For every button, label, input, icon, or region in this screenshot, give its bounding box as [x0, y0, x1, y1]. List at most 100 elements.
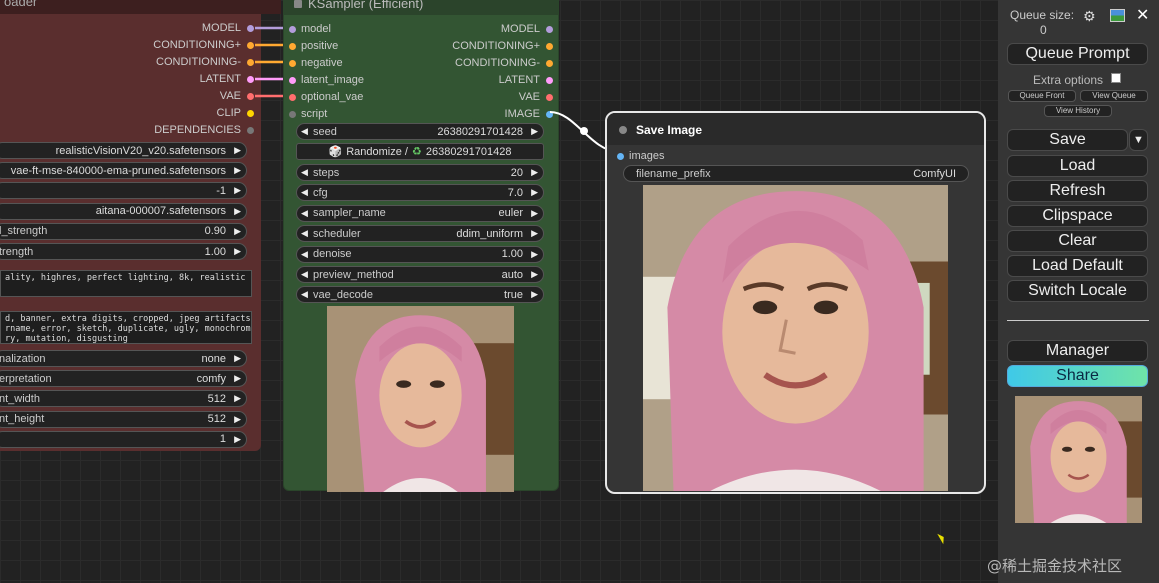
images-input-slot[interactable]: images	[617, 150, 664, 162]
increment-arrow-icon[interactable]: ▶	[531, 126, 538, 137]
increment-arrow-icon[interactable]: ▶	[531, 269, 538, 280]
clipspace-button[interactable]: Clipspace	[1007, 205, 1148, 227]
increment-arrow-icon[interactable]: ▶	[234, 373, 241, 384]
ksampler-output-slot[interactable]: CONDITIONING+	[452, 40, 553, 52]
output-slot-dot[interactable]	[546, 43, 553, 50]
ksampler-widget[interactable]: ◀ preview_method auto ▶	[296, 266, 544, 283]
view-history-button[interactable]: View History	[1044, 105, 1112, 117]
input-slot-dot[interactable]	[289, 111, 296, 118]
combo-widget[interactable]: nt_height 512 ▶	[0, 410, 247, 428]
decrement-arrow-icon[interactable]: ◀	[301, 249, 308, 260]
increment-arrow-icon[interactable]: ▶	[234, 353, 241, 364]
decrement-arrow-icon[interactable]: ◀	[301, 187, 308, 198]
increment-arrow-icon[interactable]: ▶	[234, 434, 241, 445]
ksampler-node[interactable]: KSampler (Efficient) model positive negati…	[283, 0, 559, 492]
ksampler-input-slot[interactable]: model	[289, 23, 331, 35]
output-slot-dot[interactable]	[546, 60, 553, 67]
ksampler-output-slot[interactable]: CONDITIONING-	[455, 57, 553, 69]
combo-widget[interactable]: aitana-000007.safetensors ▶	[0, 202, 247, 220]
input-slot-dot[interactable]	[289, 60, 296, 67]
output-slot-dot[interactable]	[247, 42, 254, 49]
ksampler-output-slot[interactable]: VAE	[519, 91, 553, 103]
ksampler-input-slot[interactable]: latent_image	[289, 74, 364, 86]
output-slot-dot[interactable]	[546, 26, 553, 33]
ksampler-output-slot[interactable]: LATENT	[499, 74, 553, 86]
view-queue-button[interactable]: View Queue	[1080, 90, 1148, 102]
increment-arrow-icon[interactable]: ▶	[234, 226, 241, 237]
image-gallery-icon[interactable]	[1110, 9, 1125, 22]
loader-output-slot[interactable]: CLIP	[217, 107, 254, 119]
combo-widget[interactable]: realisticVisionV20_v20.safetensors ▶	[0, 142, 247, 159]
decrement-arrow-icon[interactable]: ◀	[301, 167, 308, 178]
output-slot-dot[interactable]	[546, 77, 553, 84]
clear-button[interactable]: Clear	[1007, 230, 1148, 252]
combo-widget[interactable]: nalization none ▶	[0, 350, 247, 367]
save-button[interactable]: Save	[1007, 129, 1128, 151]
combo-widget[interactable]: erpretation comfy ▶	[0, 370, 247, 388]
ksampler-input-slot[interactable]: negative	[289, 57, 343, 69]
save-dropdown-button[interactable]: ▼	[1129, 129, 1148, 151]
ksampler-widget[interactable]: ◀ scheduler ddim_uniform ▶	[296, 225, 544, 243]
loader-output-slot[interactable]: DEPENDENCIES	[154, 124, 254, 136]
output-slot-dot[interactable]	[247, 59, 254, 66]
output-slot-dot[interactable]	[247, 76, 254, 83]
load-default-button[interactable]: Load Default	[1007, 255, 1148, 277]
increment-arrow-icon[interactable]: ▶	[234, 145, 241, 156]
increment-arrow-icon[interactable]: ▶	[531, 228, 538, 239]
manager-button[interactable]: Manager	[1007, 340, 1148, 362]
settings-gear-icon[interactable]: ⚙	[1083, 8, 1096, 25]
increment-arrow-icon[interactable]: ▶	[234, 206, 241, 217]
increment-arrow-icon[interactable]: ▶	[234, 165, 241, 176]
loader-output-slot[interactable]: CONDITIONING-	[156, 56, 254, 68]
combo-widget[interactable]: -1 ▶	[0, 182, 247, 200]
seed-widget[interactable]: ◀ seed 26380291701428 ▶	[296, 123, 544, 140]
loader-output-slot[interactable]: LATENT	[200, 73, 254, 85]
output-slot-dot[interactable]	[546, 94, 553, 101]
loader-output-slot[interactable]: MODEL	[202, 22, 254, 34]
ksampler-output-slot[interactable]: MODEL	[501, 23, 553, 35]
ksampler-output-slot[interactable]: IMAGE	[505, 108, 553, 120]
randomize-button[interactable]: 🎲 Randomize / ♻ 26380291701428	[296, 143, 544, 160]
decrement-arrow-icon[interactable]: ◀	[301, 289, 308, 300]
filename-prefix-widget[interactable]: filename_prefix ComfyUI	[623, 165, 969, 182]
increment-arrow-icon[interactable]: ▶	[531, 289, 538, 300]
queue-prompt-button[interactable]: Queue Prompt	[1007, 43, 1148, 65]
ksampler-widget[interactable]: ◀ sampler_name euler ▶	[296, 204, 544, 222]
close-icon[interactable]: ✕	[1136, 5, 1149, 25]
collapse-icon[interactable]	[294, 0, 302, 8]
queue-front-button[interactable]: Queue Front	[1008, 90, 1076, 102]
combo-widget[interactable]: l_strength 0.90 ▶	[0, 222, 247, 240]
ksampler-widget[interactable]: ◀ steps 20 ▶	[296, 164, 544, 181]
loader-node[interactable]: oader MODEL CONDITIONING+ CONDITIONING- LAT…	[0, 0, 281, 451]
output-slot-dot[interactable]	[247, 25, 254, 32]
increment-arrow-icon[interactable]: ▶	[234, 414, 241, 425]
loader-output-slot[interactable]: VAE	[220, 90, 254, 102]
images-input-dot[interactable]	[617, 153, 624, 160]
increment-arrow-icon[interactable]: ▶	[234, 185, 241, 196]
combo-widget[interactable]: nt_width 512 ▶	[0, 390, 247, 408]
ksampler-widget[interactable]: ◀ cfg 7.0 ▶	[296, 184, 544, 202]
negative-prompt-textarea[interactable]: d, banner, extra digits, cropped, jpeg a…	[0, 311, 252, 344]
positive-prompt-textarea[interactable]: ality, highres, perfect lighting, 8k, re…	[0, 270, 252, 297]
switch-locale-button[interactable]: Switch Locale	[1007, 280, 1148, 302]
decrement-arrow-icon[interactable]: ◀	[301, 126, 308, 137]
increment-arrow-icon[interactable]: ▶	[531, 187, 538, 198]
ksampler-widget[interactable]: ◀ vae_decode true ▶	[296, 286, 544, 304]
collapse-icon[interactable]	[619, 126, 627, 134]
ksampler-widget[interactable]: ◀ denoise 1.00 ▶	[296, 245, 544, 263]
history-thumbnail[interactable]	[1015, 396, 1142, 523]
decrement-arrow-icon[interactable]: ◀	[301, 269, 308, 280]
combo-widget[interactable]: trength 1.00 ▶	[0, 243, 247, 260]
input-slot-dot[interactable]	[289, 26, 296, 33]
output-slot-dot[interactable]	[247, 93, 254, 100]
ksampler-input-slot[interactable]: optional_vae	[289, 91, 363, 103]
decrement-arrow-icon[interactable]: ◀	[301, 208, 308, 219]
refresh-button[interactable]: Refresh	[1007, 180, 1148, 202]
combo-widget[interactable]: vae-ft-mse-840000-ema-pruned.safetensors…	[0, 162, 247, 180]
share-button[interactable]: Share	[1007, 365, 1148, 387]
input-slot-dot[interactable]	[289, 43, 296, 50]
output-slot-dot[interactable]	[247, 110, 254, 117]
increment-arrow-icon[interactable]: ▶	[531, 208, 538, 219]
load-button[interactable]: Load	[1007, 155, 1148, 177]
increment-arrow-icon[interactable]: ▶	[531, 167, 538, 178]
